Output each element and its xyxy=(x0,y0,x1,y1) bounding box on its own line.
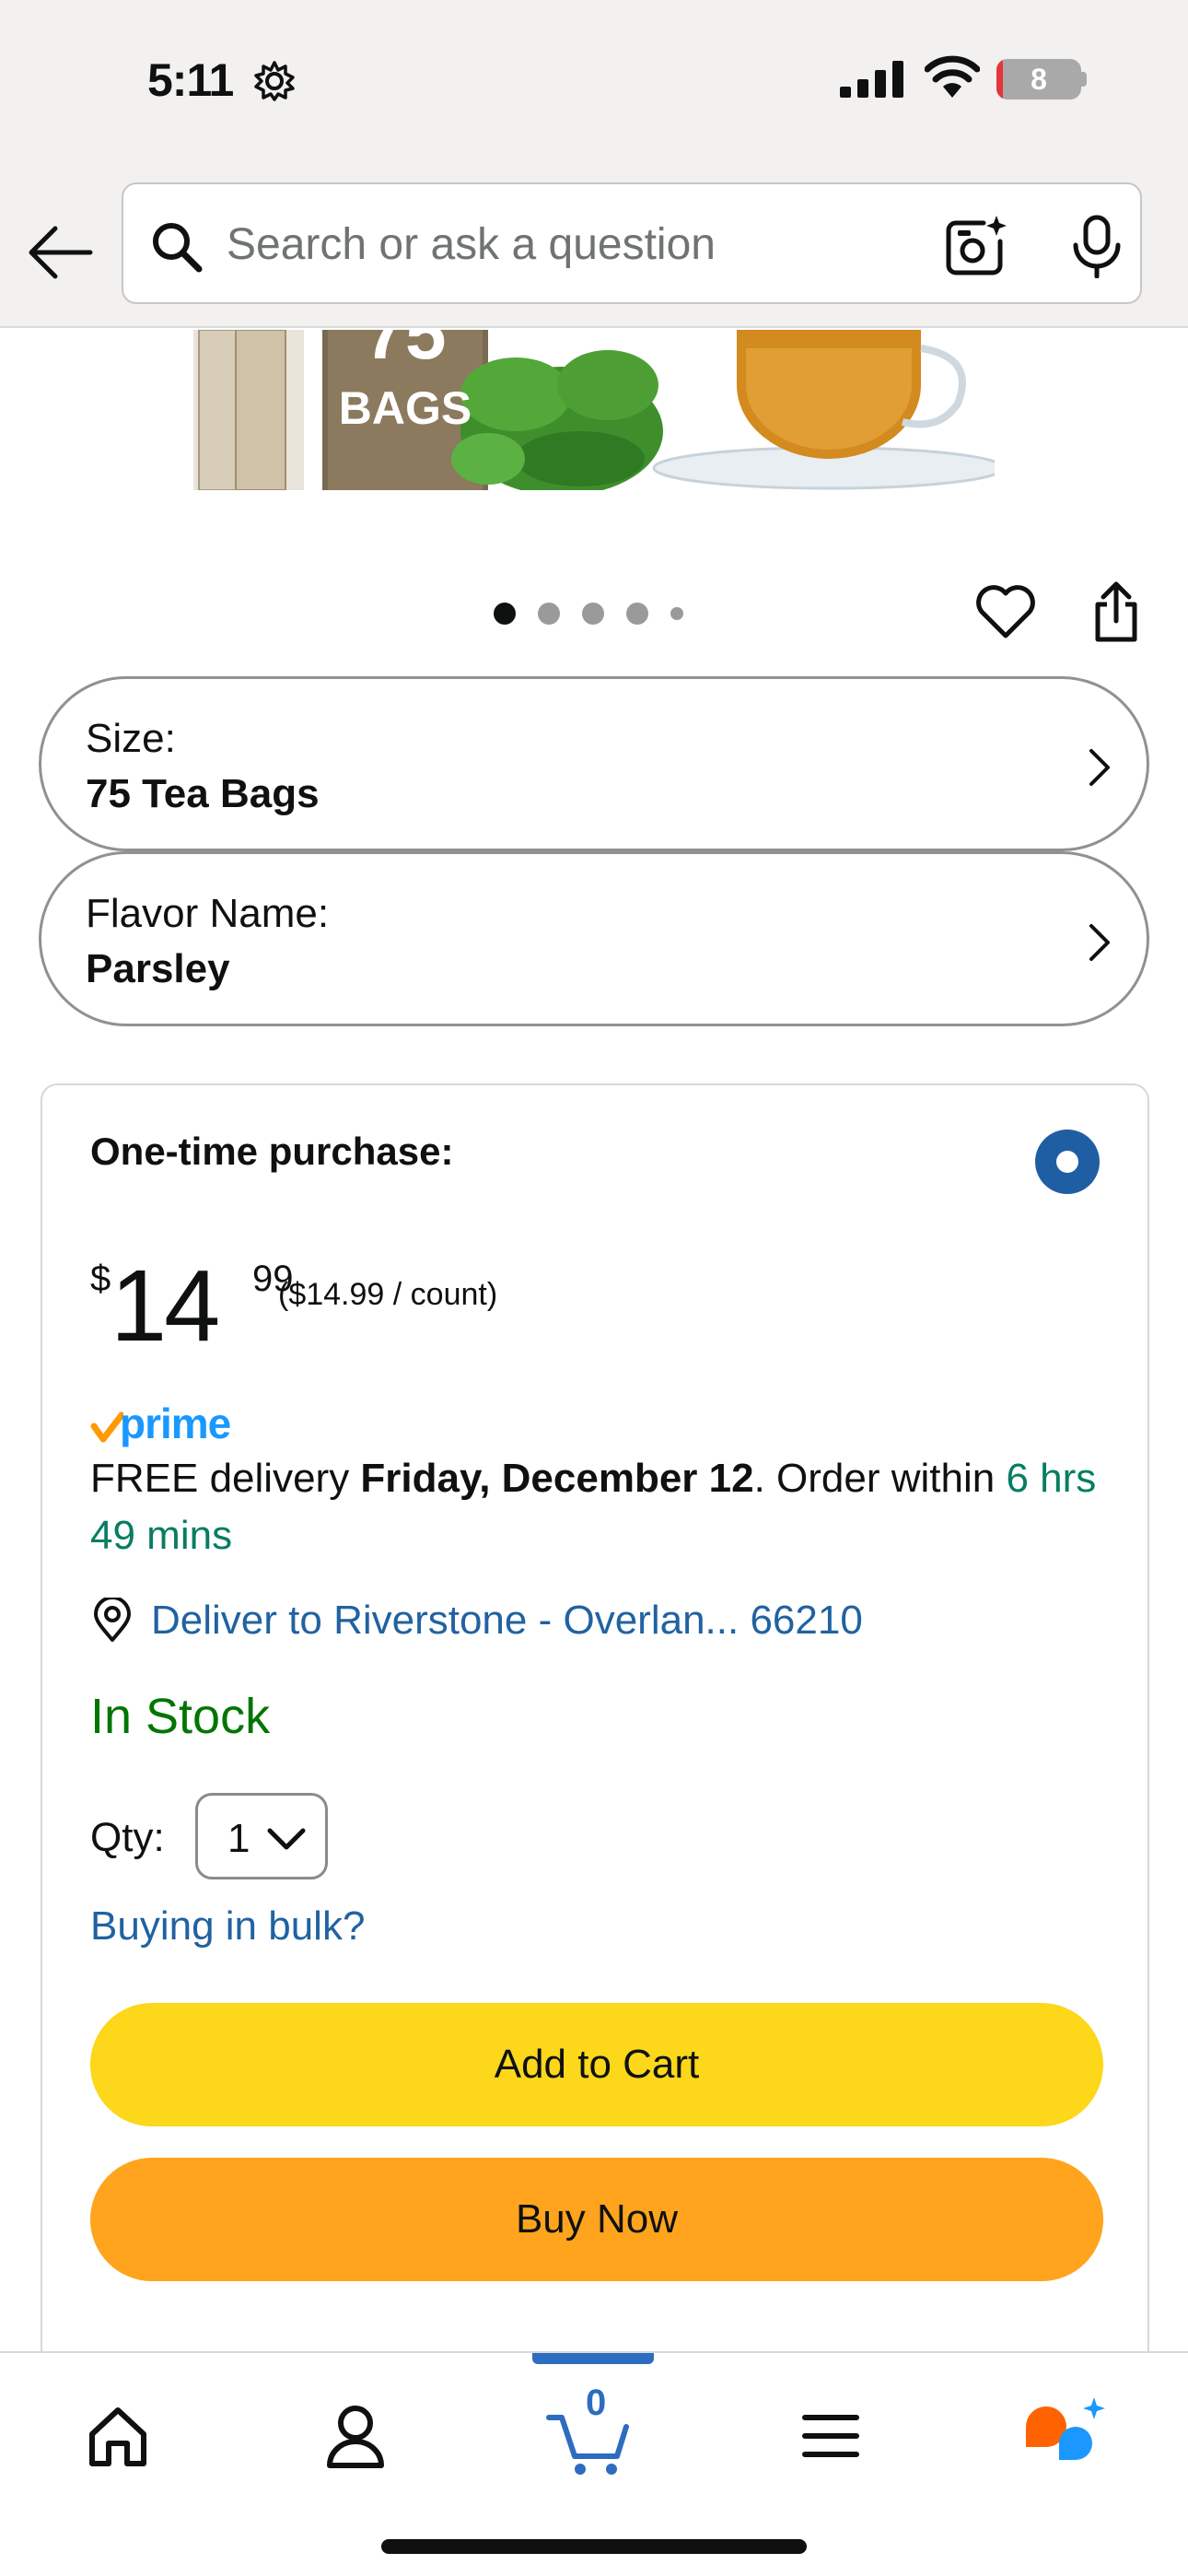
wifi-icon xyxy=(925,55,980,98)
flavor-label: Flavor Name: xyxy=(86,891,330,936)
prime-logo: prime xyxy=(90,1399,256,1448)
active-tab-indicator xyxy=(532,2353,654,2364)
quantity-label: Qty: xyxy=(90,1815,165,1860)
search-icon xyxy=(153,223,203,273)
price-whole: 14 xyxy=(111,1249,220,1363)
size-label: Size: xyxy=(86,716,176,761)
image-carousel-dots[interactable] xyxy=(494,601,683,626)
deliver-to-link[interactable]: Deliver to Riverstone - Overlan... 66210 xyxy=(151,1598,863,1644)
delivery-prefix: FREE delivery xyxy=(90,1456,361,1501)
search-header xyxy=(0,175,1188,328)
delivery-order-within: . Order within xyxy=(753,1456,1007,1501)
status-time: 5:11 xyxy=(147,54,234,106)
battery-tip xyxy=(1081,72,1087,87)
cart-count: 0 xyxy=(586,2383,607,2423)
carousel-dot[interactable] xyxy=(670,607,683,620)
home-indicator xyxy=(381,2539,807,2554)
cart-icon[interactable]: 0 xyxy=(543,2383,635,2482)
prime-text: prime xyxy=(120,1399,231,1447)
quantity-select[interactable]: 1 xyxy=(195,1793,328,1879)
camera-icon[interactable] xyxy=(943,214,1007,278)
back-arrow-icon[interactable] xyxy=(26,217,96,287)
chevron-right-icon xyxy=(1089,749,1110,786)
microphone-icon[interactable] xyxy=(1068,214,1125,278)
size-selector[interactable]: Size: 75 Tea Bags xyxy=(39,676,1149,851)
search-input[interactable] xyxy=(227,212,926,276)
flavor-value: Parsley xyxy=(86,946,230,991)
one-time-purchase-radio[interactable] xyxy=(1035,1130,1100,1194)
product-badge-text: BAGS xyxy=(338,382,472,434)
price-symbol: $ xyxy=(90,1259,111,1299)
status-bar: 5:11 8 xyxy=(0,0,1188,175)
search-bar[interactable] xyxy=(122,182,1142,304)
product-badge-number: 75 xyxy=(364,330,447,374)
buying-in-bulk-link[interactable]: Buying in bulk? xyxy=(90,1903,365,1950)
product-image[interactable]: 75 BAGS xyxy=(193,330,995,490)
one-time-purchase-title: One-time purchase: xyxy=(90,1130,454,1173)
menu-icon[interactable] xyxy=(785,2390,877,2482)
buy-now-button[interactable]: Buy Now xyxy=(90,2158,1103,2281)
carousel-dot[interactable] xyxy=(582,603,604,625)
battery-level-text: 8 xyxy=(1031,63,1047,96)
delivery-message: FREE delivery Friday, December 12. Order… xyxy=(90,1450,1103,1564)
cellular-signal-icon xyxy=(840,61,903,98)
chevron-down-icon xyxy=(267,1828,306,1850)
location-pin-icon xyxy=(94,1598,131,1642)
product-image-art xyxy=(193,330,995,490)
product-page: 5:11 8 Search or ask a question 75 BAGS … xyxy=(0,0,1188,2576)
flavor-selector[interactable]: Flavor Name: Parsley xyxy=(39,851,1149,1026)
chevron-right-icon xyxy=(1089,924,1110,961)
gear-icon xyxy=(254,61,295,101)
rufus-icon[interactable] xyxy=(1019,2390,1111,2482)
stock-status: In Stock xyxy=(90,1689,271,1744)
share-icon[interactable] xyxy=(1090,580,1142,645)
carousel-dot[interactable] xyxy=(538,603,560,625)
home-icon[interactable] xyxy=(72,2390,164,2482)
carousel-dot[interactable] xyxy=(494,603,516,625)
carousel-dot[interactable] xyxy=(626,603,648,625)
prime-check-icon xyxy=(90,1411,123,1443)
add-to-cart-button[interactable]: Add to Cart xyxy=(90,2003,1103,2126)
account-icon[interactable] xyxy=(309,2390,402,2482)
price-per-unit: ($14.99 / count) xyxy=(278,1277,498,1312)
heart-icon[interactable] xyxy=(974,580,1037,643)
size-value: 75 Tea Bags xyxy=(86,771,320,816)
battery-icon: 8 xyxy=(996,59,1081,100)
quantity-value: 1 xyxy=(227,1816,250,1861)
delivery-date: Friday, December 12 xyxy=(360,1456,754,1501)
